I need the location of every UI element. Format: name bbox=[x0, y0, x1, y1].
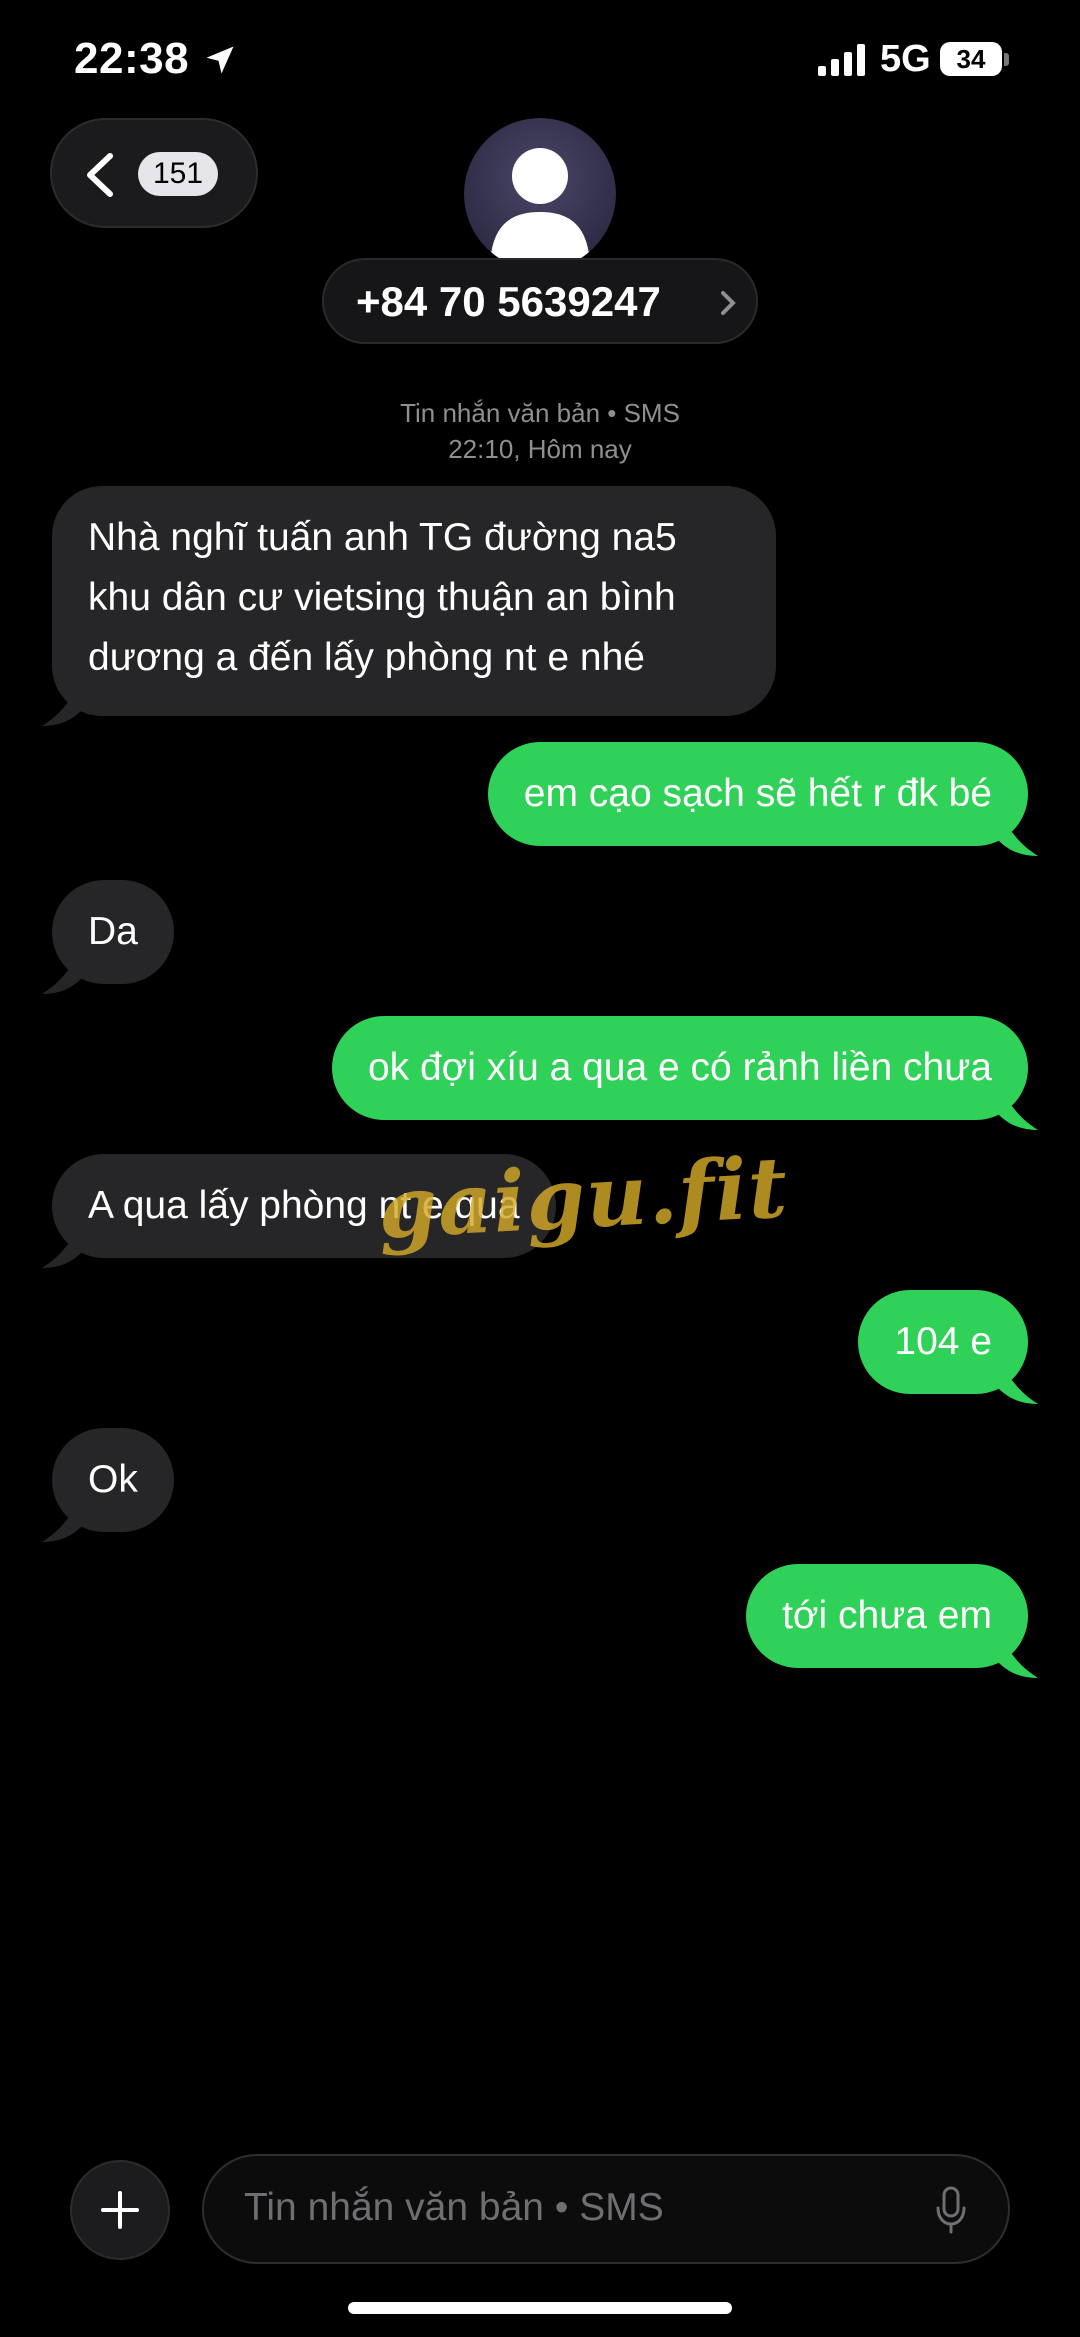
message-bubble-incoming[interactable]: Ok bbox=[42, 1428, 174, 1542]
message-text-line: ok đợi xíu a qua e có rảnh liền chưa bbox=[367, 1046, 992, 1089]
message-text-line: Da bbox=[88, 910, 138, 953]
message-bubble-incoming[interactable]: Nhà nghĩ tuấn anh TG đường na5 khu dân c… bbox=[42, 486, 776, 726]
bubble-tail bbox=[42, 1506, 82, 1542]
unread-count-badge: 151 bbox=[138, 152, 218, 196]
add-attachment-button[interactable] bbox=[70, 2160, 170, 2260]
message-text-line: dương a đến lấy phòng nt e nhé bbox=[88, 636, 645, 679]
status-time: 22:38 bbox=[74, 34, 190, 83]
bubble-tail bbox=[998, 820, 1038, 856]
network-type: 5G bbox=[880, 38, 931, 80]
microphone-icon[interactable] bbox=[934, 2186, 968, 2234]
message-type-label: Tin nhắn văn bản • SMS bbox=[400, 398, 680, 428]
message-text-line: tới chưa em bbox=[782, 1594, 992, 1637]
battery-icon: 34 bbox=[940, 42, 1010, 78]
message-input[interactable]: Tin nhắn văn bản • SMS bbox=[202, 2154, 1010, 2264]
message-bubble-incoming[interactable]: Da bbox=[42, 880, 174, 994]
contact-number: +84 70 5639247 bbox=[356, 278, 661, 325]
person-icon bbox=[490, 148, 590, 270]
message-text-line: Ok bbox=[88, 1458, 138, 1501]
message-text-line: em cạo sạch sẽ hết r đk bé bbox=[523, 772, 992, 815]
message-text-line: Nhà nghĩ tuấn anh TG đường na5 bbox=[88, 516, 677, 559]
bubble-tail bbox=[42, 1232, 82, 1268]
message-text-line: khu dân cư vietsing thuận an bình bbox=[88, 576, 676, 619]
back-button[interactable]: 151 bbox=[50, 118, 258, 228]
bubble-tail bbox=[42, 958, 82, 994]
messages-screen: 22:38 5G 34 151 +84 70 5639247 Tin nhắn … bbox=[0, 0, 1080, 2337]
message-bubble-outgoing[interactable]: ok đợi xíu a qua e có rảnh liền chưa bbox=[331, 1016, 1038, 1130]
chevron-left-icon bbox=[87, 153, 113, 197]
battery-level: 34 bbox=[940, 42, 1002, 76]
watermark-text: gaigu.fit bbox=[375, 1137, 791, 1258]
bubble-tail bbox=[998, 1368, 1038, 1404]
bubble-tail bbox=[998, 1094, 1038, 1130]
contact-avatar[interactable] bbox=[464, 118, 616, 270]
message-text-line: 104 e bbox=[894, 1320, 992, 1363]
location-arrow-icon bbox=[206, 46, 234, 74]
message-bubble-outgoing[interactable]: 104 e bbox=[858, 1290, 1038, 1404]
thread-timestamp: 22:10, Hôm nay bbox=[448, 434, 632, 464]
chevron-right-icon bbox=[721, 291, 736, 315]
message-bubble-outgoing[interactable]: tới chưa em bbox=[746, 1564, 1038, 1678]
battery-tip bbox=[1004, 53, 1009, 66]
home-indicator[interactable] bbox=[348, 2302, 732, 2314]
bubble-tail bbox=[998, 1642, 1038, 1678]
contact-details-button[interactable]: +84 70 5639247 bbox=[322, 258, 758, 344]
signal-bars-icon bbox=[818, 44, 865, 76]
bubble-tail bbox=[42, 690, 82, 726]
message-bubble-outgoing[interactable]: em cạo sạch sẽ hết r đk bé bbox=[487, 742, 1038, 856]
message-input-placeholder: Tin nhắn văn bản • SMS bbox=[244, 2186, 664, 2229]
plus-icon bbox=[101, 2191, 139, 2229]
